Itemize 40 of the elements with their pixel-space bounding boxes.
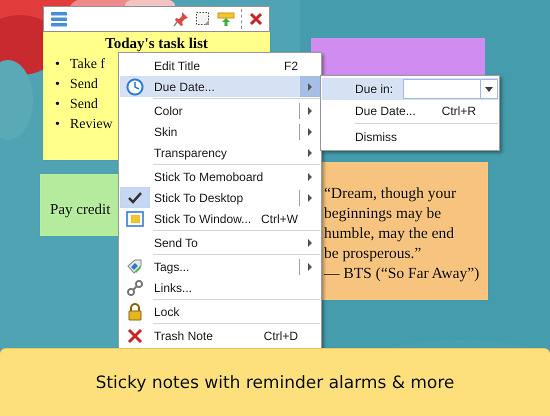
trash-icon xyxy=(126,326,144,344)
close-icon[interactable] xyxy=(249,12,263,26)
bullet: • xyxy=(55,56,60,74)
submenu-arrow-icon xyxy=(307,194,313,202)
pin-icon[interactable] xyxy=(173,11,189,27)
menu-icon[interactable] xyxy=(50,11,68,27)
menu-item[interactable]: Edit Title F2 xyxy=(120,55,320,76)
dropdown-arrow-icon xyxy=(485,86,493,92)
submenu-arrow-icon xyxy=(307,128,313,136)
task-item: Review xyxy=(70,116,113,134)
promo-banner: Sticky notes with reminder alarms & more xyxy=(0,348,550,416)
submenu-arrow-icon xyxy=(307,82,313,90)
submenu-arrow-icon xyxy=(307,148,313,156)
menu-item[interactable]: Transparency xyxy=(120,142,320,163)
menu-item[interactable]: Stick To Desktop xyxy=(120,187,320,208)
task-item: Send xyxy=(70,96,98,114)
submenu-arrow-icon xyxy=(307,172,313,180)
tags-icon xyxy=(126,258,144,276)
clock-icon xyxy=(126,78,144,96)
bullet: • xyxy=(55,76,60,94)
note-text: Pay credit xyxy=(50,201,110,220)
task-item: Send xyxy=(70,76,98,94)
bring-to-front-icon[interactable] xyxy=(217,11,235,27)
quote-text: “Dream, though your beginnings may be humble, may the end be prosperous.” — BTS (“So Far Away”) xyxy=(324,184,480,284)
bullet: • xyxy=(55,116,60,134)
submenu-arrow-icon xyxy=(307,106,313,114)
task-item: Take f xyxy=(70,56,106,74)
lock-icon xyxy=(126,302,144,320)
note-icon[interactable] xyxy=(195,11,211,27)
menu-item[interactable]: Stick To Window... Ctrl+W xyxy=(120,208,320,229)
menu-item[interactable]: Links... xyxy=(120,277,320,298)
menu-item[interactable]: Due Date... Ctrl+R xyxy=(322,100,498,122)
bullet: • xyxy=(55,96,60,114)
menu-item[interactable]: Due in: xyxy=(322,78,498,100)
link-icon xyxy=(126,278,144,296)
submenu-arrow-icon xyxy=(307,238,313,246)
note-title: Today's task list xyxy=(104,36,209,53)
menu-item[interactable]: Due Date... xyxy=(120,76,320,97)
window-icon xyxy=(126,210,144,228)
submenu-arrow-icon xyxy=(307,262,313,270)
